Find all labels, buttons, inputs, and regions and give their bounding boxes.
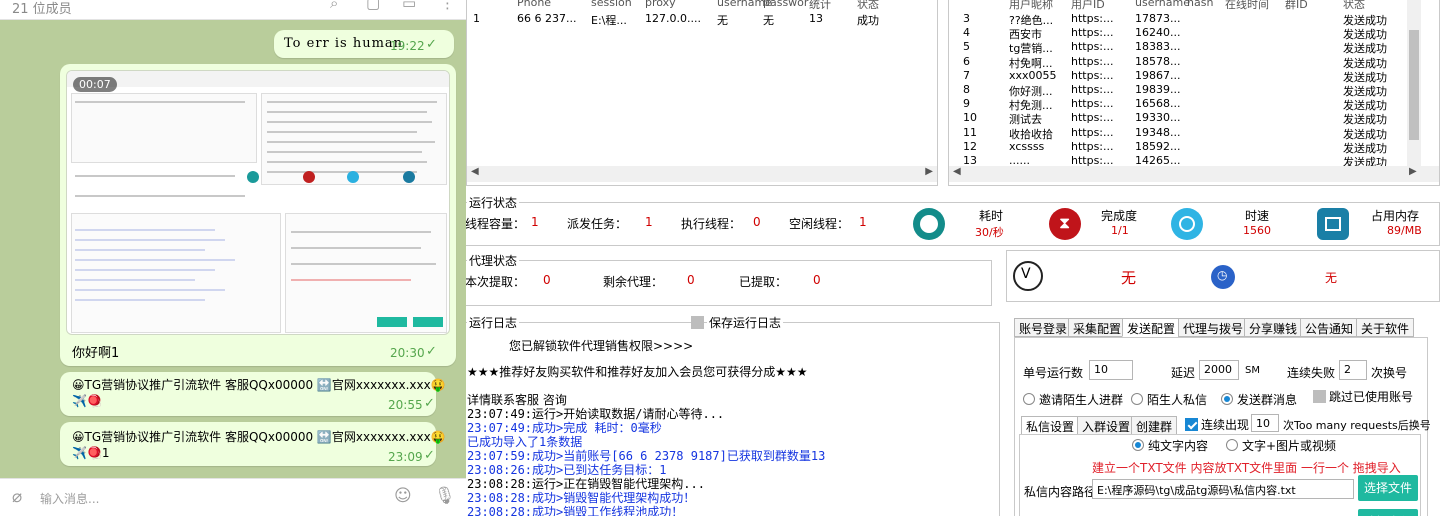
more-icon[interactable]: ⋮ (440, 0, 455, 12)
message-bubble[interactable]: 😀TG营销协议推广引流软件 客服QQx00000 🔛官网xxxxxxx.xxx🤑… (60, 372, 446, 416)
read-check-icon: ✓ (426, 344, 437, 359)
clock-blue-icon: ◷ (1211, 265, 1235, 289)
delay-input[interactable]: 2000 (1199, 360, 1239, 380)
comment-icon[interactable]: ▢ (366, 0, 380, 12)
invite-stranger-radio[interactable] (1023, 393, 1035, 405)
subtab-dm-settings[interactable]: 私信设置 (1021, 416, 1080, 435)
tab-proxy-dial[interactable]: 代理与拨号 (1178, 318, 1249, 337)
message-input-bar: ⌀ 输入消息... ☺ 🎙 (0, 478, 466, 516)
run-log-group: 运行日志 保存运行日志 您已解锁软件代理销售权限>>>> ★★★推荐好友购买软件和… (466, 314, 1000, 516)
message-bubble[interactable]: To err is human 19:22 ✓ (274, 30, 454, 58)
member-count: 21 位成员 (12, 2, 72, 17)
video-thumbnail[interactable]: 00:07 (66, 70, 450, 335)
run-status-group: 运行状态 线程容量： 1 派发任务： 1 执行线程： 0 空闲线程： 1 耗时 … (466, 194, 1440, 246)
save-log-checkbox[interactable] (691, 316, 704, 329)
app-window: Phone session proxy username passwor 统计 … (466, 0, 1442, 516)
tab-share-earn[interactable]: 分享赚钱 (1244, 318, 1303, 337)
subtab-join-settings[interactable]: 入群设置 (1077, 416, 1136, 435)
speedometer-icon (1171, 208, 1203, 240)
video-duration: 00:07 (73, 77, 117, 92)
tab-send-config[interactable]: 发送配置 (1122, 318, 1181, 337)
tab-account-login[interactable]: 账号登录 (1014, 318, 1073, 337)
send-group-msg-radio[interactable] (1221, 393, 1233, 405)
message-input[interactable]: 输入消息... (40, 490, 99, 507)
group-title: 代理状态 (467, 252, 520, 269)
message-bubble[interactable]: 😀TG营销协议推广引流软件 客服QQx00000 🔛官网xxxxxxx.xxx🤑… (60, 422, 446, 466)
choose-file-button-2[interactable]: 选择文件 (1358, 509, 1418, 516)
text-media-radio[interactable] (1226, 439, 1238, 451)
chat-panel: 21 位成员 ⌕ ▢ ▭ ⋮ To err is human 19:22 ✓ 0… (0, 0, 466, 516)
users-table: 用户昵称 用户ID username hash 在线时间 群ID 状态 3 ??绝… (948, 0, 1440, 186)
subtab-create-group[interactable]: 创建群 (1131, 416, 1178, 435)
read-check-icon: ✓ (424, 396, 435, 411)
accounts-run-input[interactable]: 10 (1089, 360, 1133, 380)
memory-icon (1317, 208, 1349, 240)
skip-used-checkbox[interactable] (1313, 390, 1326, 403)
stranger-dm-radio[interactable] (1131, 393, 1143, 405)
attach-icon[interactable]: ⌀ (12, 487, 22, 507)
continuous-checkbox[interactable] (1185, 418, 1198, 431)
hourglass-icon: ⧗ (1049, 208, 1081, 240)
video-message-bubble[interactable]: 00:07 你好啊1 20:30 ✓ (60, 64, 456, 366)
import-hint: 建立一个TXT文件 内容放TXT文件里面 一行一个 拖拽导入 (1092, 461, 1401, 475)
tab-announcements[interactable]: 公告通知 (1300, 318, 1359, 337)
tab-about[interactable]: 关于软件 (1356, 318, 1415, 337)
log-line: ★★★推荐好友购买软件和推荐好友加入会员您可获得分成★★★ (467, 365, 808, 379)
log-line: 23:08:28:成功>销毁工作线程池成功！ (467, 505, 684, 516)
proxy-indicator-group: V 无 ◷ 无 (1006, 250, 1440, 302)
read-check-icon: ✓ (424, 448, 435, 463)
accounts-table: Phone session proxy username passwor 统计 … (466, 0, 938, 186)
choose-file-button[interactable]: 选择文件 (1358, 475, 1418, 501)
send-config-panel: 单号运行数 10 延迟 2000 SM 连续失败 2 次换号 邀请陌生人进群 陌… (1014, 337, 1431, 516)
dm-settings-box: 纯文字内容 文字+图片或视频 建立一个TXT文件 内容放TXT文件里面 一行一个… (1019, 434, 1421, 516)
chat-header: 21 位成员 ⌕ ▢ ▭ ⋮ (0, 0, 466, 20)
rabbit-icon: V (1013, 261, 1043, 291)
microphone-icon[interactable]: 🎙 (434, 486, 456, 506)
proxy-status-group: 代理状态 本次提取： 0 剩余代理： 0 已提取： 0 (466, 252, 992, 306)
sidebar-icon[interactable]: ▭ (402, 0, 416, 12)
read-check-icon: ✓ (426, 37, 437, 52)
horizontal-scrollbar[interactable]: ◀ ▶ (467, 166, 937, 182)
group-title: 运行状态 (467, 194, 520, 211)
log-line: 您已解锁软件代理销售权限>>>> (509, 339, 694, 353)
group-title: 运行日志 (467, 314, 520, 331)
fail-count-input[interactable]: 2 (1339, 360, 1367, 380)
search-icon[interactable]: ⌕ (330, 0, 338, 12)
continuous-input[interactable]: 10 (1251, 414, 1279, 432)
tab-collect-config[interactable]: 采集配置 (1068, 318, 1127, 337)
clock-icon (913, 208, 945, 240)
emoji-icon[interactable]: ☺ (394, 486, 412, 506)
vertical-scrollbar[interactable] (1407, 0, 1421, 166)
horizontal-scrollbar[interactable]: ◀ ▶ (949, 166, 1439, 182)
dm-path-input[interactable]: E:\程序源码\tg\成品tg源码\私信内容.txt (1092, 479, 1354, 499)
pure-text-radio[interactable] (1132, 439, 1144, 451)
